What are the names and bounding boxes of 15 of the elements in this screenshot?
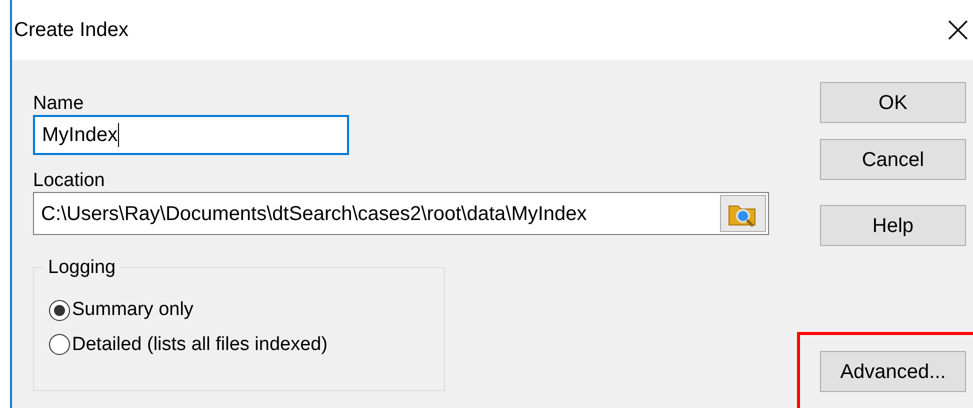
dialog-button[interactable]: OK bbox=[820, 82, 966, 123]
browse-button[interactable] bbox=[720, 195, 766, 232]
window-title: Create Index bbox=[14, 18, 129, 43]
dialog-button[interactable]: Advanced... bbox=[820, 351, 966, 392]
radio-option[interactable]: Detailed (lists all files indexed) bbox=[49, 330, 444, 359]
radio-button[interactable] bbox=[49, 334, 70, 356]
field-label: Name bbox=[33, 93, 85, 115]
close-icon[interactable] bbox=[947, 19, 969, 41]
radio-button[interactable] bbox=[49, 300, 70, 321]
dialog-button[interactable]: Help bbox=[820, 205, 966, 246]
name-field[interactable]: MyIndex bbox=[33, 115, 349, 155]
dialog-button[interactable]: Cancel bbox=[820, 139, 966, 180]
location-field[interactable]: C:\Users\Ray\Documents\dtSearch\cases2\root\data\MyIndex bbox=[33, 192, 769, 235]
radio-option[interactable]: Summary only bbox=[49, 296, 444, 324]
field-label: Location bbox=[33, 170, 106, 192]
